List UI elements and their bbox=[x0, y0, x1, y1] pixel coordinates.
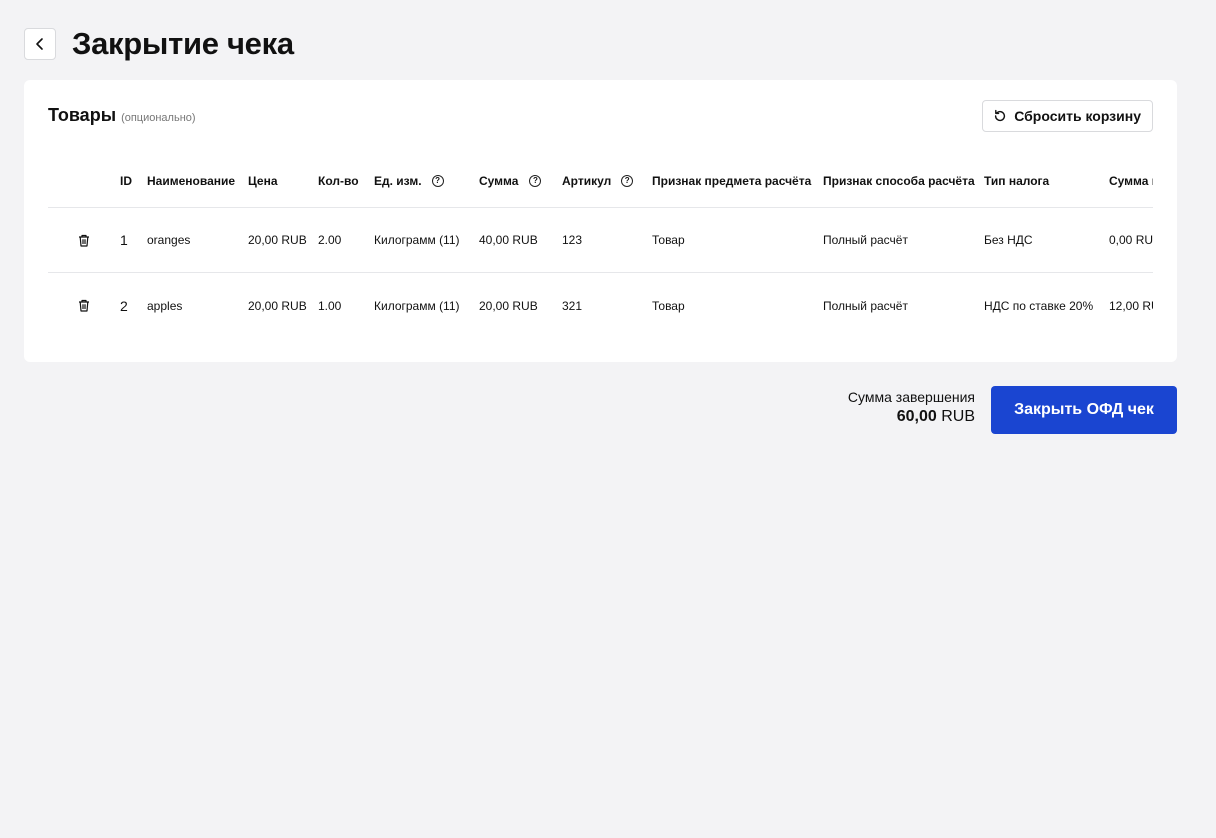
row-method: Полный расчёт bbox=[823, 233, 908, 247]
question-circle-icon[interactable]: ? bbox=[431, 174, 444, 187]
row-subject: Товар bbox=[652, 233, 685, 247]
col-article: Артикул ? bbox=[562, 160, 634, 204]
page-title: Закрытие чека bbox=[72, 26, 294, 61]
row-name: apples bbox=[147, 298, 183, 313]
optional-note: (опционально) bbox=[121, 112, 196, 124]
trash-icon[interactable] bbox=[78, 299, 90, 312]
row-qty: 1.00 bbox=[318, 298, 342, 313]
reset-cart-button[interactable]: Сбросить корзину bbox=[982, 100, 1153, 132]
table-row: 2 apples 20,00 RUB 1.00 Килограмм (11) 2… bbox=[48, 273, 1153, 338]
row-name: oranges bbox=[147, 233, 191, 247]
products-card: Товары (опционально) Сбросить корзину ID… bbox=[24, 80, 1177, 362]
row-tax-sum: 0,00 RUB bbox=[1109, 233, 1153, 247]
page: Закрытие чека Товары (опционально) Сброс… bbox=[0, 0, 1216, 838]
question-circle-icon[interactable]: ? bbox=[621, 174, 634, 187]
products-heading: Товары (опционально) bbox=[48, 105, 196, 126]
table-header: ID Наименование Цена Кол-во Ед. изм. ? С… bbox=[48, 160, 1153, 208]
total-value: 60,00 RUB bbox=[897, 408, 975, 426]
reset-cart-label: Сбросить корзину bbox=[1014, 108, 1141, 124]
row-id: 1 bbox=[120, 232, 128, 248]
col-unit: Ед. изм. ? bbox=[374, 160, 444, 204]
row-unit: Килограмм (11) bbox=[374, 233, 460, 247]
row-qty: 2.00 bbox=[318, 233, 342, 247]
col-sum-label: Сумма bbox=[479, 173, 519, 188]
delete-row-button[interactable] bbox=[78, 273, 90, 338]
row-method: Полный расчёт bbox=[823, 298, 908, 313]
question-circle-icon[interactable]: ? bbox=[529, 174, 542, 187]
col-article-label: Артикул bbox=[562, 173, 612, 188]
row-tax-sum: 12,00 RUB bbox=[1109, 298, 1153, 313]
row-sum: 40,00 RUB bbox=[479, 233, 538, 247]
products-table[interactable]: ID Наименование Цена Кол-во Ед. изм. ? С… bbox=[48, 160, 1153, 340]
row-tax: НДС по ставке 20% bbox=[984, 298, 1094, 313]
row-price: 20,00 RUB bbox=[248, 298, 307, 313]
refresh-icon bbox=[995, 109, 1006, 122]
col-method: Признак способа расчёта bbox=[823, 173, 975, 188]
row-id: 2 bbox=[120, 297, 128, 314]
table-row: 1 oranges 20,00 RUB 2.00 Килограмм (11) … bbox=[48, 208, 1153, 273]
col-tax: Тип налога bbox=[984, 173, 1050, 188]
total-currency: RUB bbox=[941, 408, 975, 425]
col-id: ID bbox=[120, 173, 132, 188]
close-ofd-receipt-button[interactable]: Закрыть ОФД чек bbox=[991, 386, 1177, 434]
col-unit-label: Ед. изм. bbox=[374, 173, 422, 188]
back-button[interactable] bbox=[24, 28, 56, 60]
col-tax-sum: Сумма налога bbox=[1109, 173, 1153, 188]
trash-icon[interactable] bbox=[78, 234, 90, 247]
col-subject: Признак предмета расчёта bbox=[652, 173, 812, 188]
row-article: 123 bbox=[562, 233, 583, 247]
col-qty: Кол-во bbox=[318, 173, 359, 188]
total-amount: 60,00 bbox=[896, 408, 937, 425]
row-sum: 20,00 RUB bbox=[479, 298, 538, 313]
row-tax: Без НДС bbox=[984, 233, 1033, 247]
col-price: Цена bbox=[248, 173, 278, 188]
col-sum: Сумма ? bbox=[479, 160, 542, 204]
row-article: 321 bbox=[562, 298, 583, 313]
delete-row-button[interactable] bbox=[78, 208, 90, 272]
total-label: Сумма завершения bbox=[847, 389, 975, 405]
row-subject: Товар bbox=[652, 298, 685, 313]
col-name: Наименование bbox=[147, 173, 236, 188]
row-price: 20,00 RUB bbox=[248, 233, 307, 247]
products-title: Товары bbox=[48, 105, 117, 125]
chevron-left-icon bbox=[36, 38, 43, 50]
row-unit: Килограмм (11) bbox=[374, 298, 460, 313]
